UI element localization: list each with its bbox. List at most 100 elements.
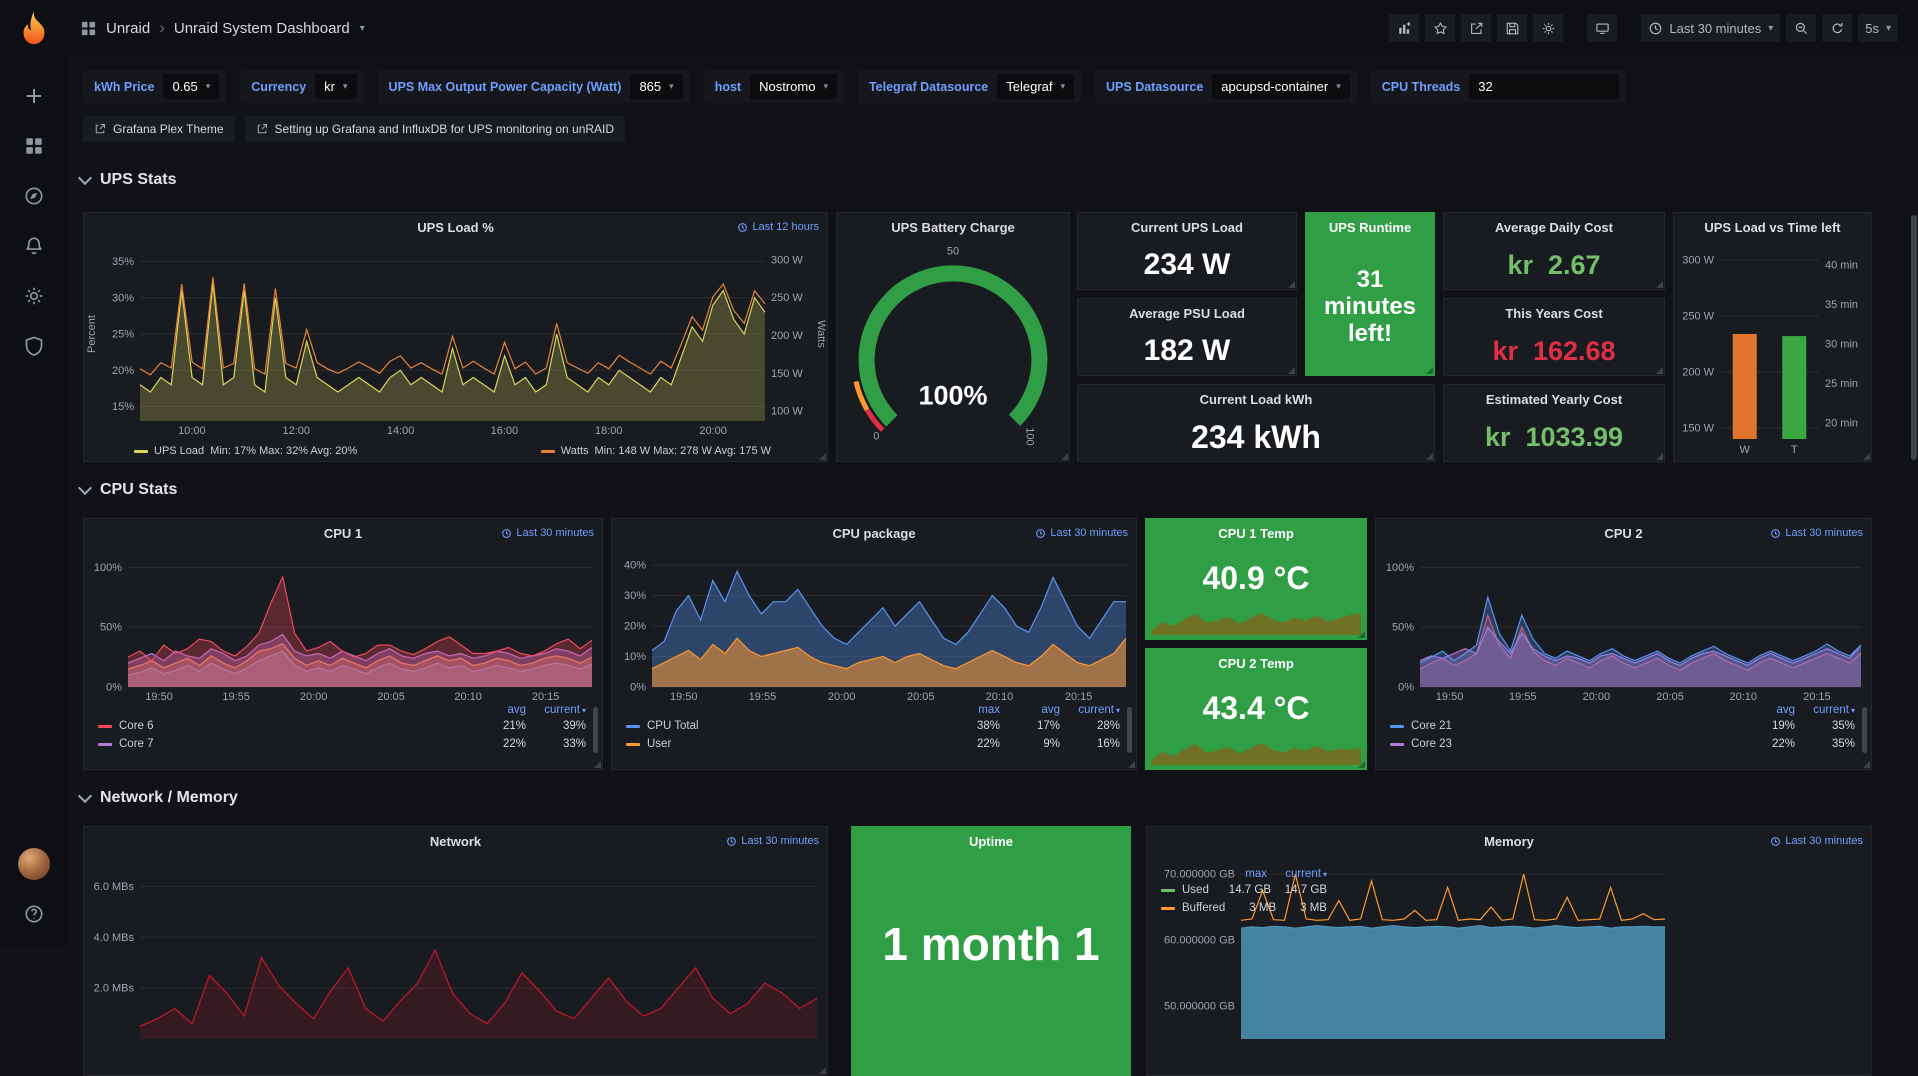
panel-resize-handle[interactable]	[1128, 761, 1135, 768]
panel-time-override[interactable]: Last 12 hours	[737, 221, 819, 233]
sidebar-item-dashboards[interactable]	[12, 124, 56, 168]
panel-title[interactable]: CPU package	[832, 526, 915, 541]
panel-title[interactable]: CPU 2 Temp	[1218, 656, 1294, 671]
cycle-view-button[interactable]	[1587, 14, 1617, 42]
legend-row-user[interactable]: User22%9%16%	[616, 735, 1132, 753]
dashboard-link-grafana-plex-theme[interactable]: Grafana Plex Theme	[83, 116, 235, 142]
zoom-out-button[interactable]	[1786, 14, 1816, 42]
variable-select[interactable]: 0.65▾	[163, 74, 219, 99]
user-avatar[interactable]	[12, 842, 56, 886]
legend-row-buffered[interactable]: Buffered3 MB3 MB	[1151, 899, 1339, 917]
panel-title[interactable]: Memory	[1484, 834, 1534, 849]
variable-select[interactable]: kr▾	[315, 74, 356, 99]
series-name[interactable]: Buffered	[1182, 902, 1225, 914]
panel-resize-handle[interactable]	[1426, 367, 1433, 374]
ups-load-chart[interactable]: 15%20%25%30%35%100 W150 W200 W250 W300 W…	[84, 241, 827, 437]
panel-title[interactable]: This Years Cost	[1505, 306, 1602, 321]
sidebar-item-alerting[interactable]	[12, 224, 56, 268]
sidebar-item-server-admin[interactable]	[12, 324, 56, 368]
panel-title[interactable]: Average PSU Load	[1129, 306, 1245, 321]
panel-resize-handle[interactable]	[1061, 453, 1068, 460]
variable-select[interactable]: apcupsd-container▾	[1212, 74, 1350, 99]
legend-col-current[interactable]: current	[1795, 704, 1855, 716]
legend-scrollbar[interactable]	[1127, 707, 1132, 753]
section-cpu-stats[interactable]: CPU Stats	[80, 478, 177, 502]
legend-col-avg[interactable]: avg	[1000, 704, 1060, 716]
legend-col-current[interactable]: current	[1060, 704, 1120, 716]
panel-title[interactable]: Uptime	[969, 834, 1013, 849]
panel-resize-handle[interactable]	[594, 761, 601, 768]
legend-row-used[interactable]: Used14.7 GB14.7 GB	[1151, 881, 1339, 899]
cpu-package-chart[interactable]: 0%10%20%30%40%19:5019:5520:0020:0520:102…	[612, 547, 1136, 703]
battery-gauge[interactable]: 050100100%	[837, 241, 1069, 457]
panel-resize-handle[interactable]	[1426, 453, 1433, 460]
series-name[interactable]: Used	[1182, 884, 1209, 896]
refresh-interval-picker[interactable]: 5s ▾	[1858, 14, 1898, 42]
panel-time-override[interactable]: Last 30 minutes	[726, 835, 819, 847]
ups-load-vs-time-chart[interactable]: 150 W200 W250 W300 W20 min25 min30 min35…	[1674, 241, 1871, 457]
panel-time-override[interactable]: Last 30 minutes	[501, 527, 594, 539]
panel-title[interactable]: UPS Runtime	[1329, 220, 1411, 235]
panel-resize-handle[interactable]	[1656, 281, 1663, 288]
panel-title[interactable]: Current UPS Load	[1131, 220, 1243, 235]
panel-title[interactable]: Average Daily Cost	[1495, 220, 1613, 235]
legend-row-core-7[interactable]: Core 722%33%	[88, 735, 598, 753]
sidebar-item-configuration[interactable]	[12, 274, 56, 318]
section-network-memory[interactable]: Network / Memory	[80, 786, 238, 810]
legend-scrollbar[interactable]	[1862, 707, 1867, 753]
panel-time-override[interactable]: Last 30 minutes	[1770, 835, 1863, 847]
cpu2-chart[interactable]: 0%50%100%19:5019:5520:0020:0520:1020:15	[1376, 547, 1871, 703]
scrollbar-thumb[interactable]	[1911, 215, 1917, 460]
panel-resize-handle[interactable]	[1863, 453, 1870, 460]
network-chart[interactable]: 2.0 MBs4.0 MBs6.0 MBs	[84, 855, 827, 1055]
legend-col-max[interactable]: max	[940, 704, 1000, 716]
panel-title[interactable]: UPS Load vs Time left	[1704, 220, 1840, 235]
legend-item-ups-load[interactable]: UPS LoadMin: 17% Max: 32% Avg: 20%	[134, 445, 357, 457]
time-range-picker[interactable]: Last 30 minutes ▾	[1641, 14, 1780, 42]
variable-select[interactable]: Telegraf▾	[997, 74, 1074, 99]
chevron-down-icon[interactable]: ▾	[360, 23, 365, 34]
legend-row-cpu-total[interactable]: CPU Total38%17%28%	[616, 717, 1132, 735]
panel-title[interactable]: Estimated Yearly Cost	[1486, 392, 1622, 407]
add-panel-button[interactable]	[1389, 14, 1419, 42]
panel-resize-handle[interactable]	[819, 453, 826, 460]
legend-col-current[interactable]: current	[526, 704, 586, 716]
legend-row-core-23[interactable]: Core 2322%35%	[1380, 735, 1867, 753]
apps-grid-icon[interactable]	[80, 20, 97, 37]
series-name[interactable]: User	[647, 738, 671, 750]
panel-resize-handle[interactable]	[1656, 453, 1663, 460]
panel-resize-handle[interactable]	[1358, 631, 1365, 638]
legend-item-watts[interactable]: WattsMin: 148 W Max: 278 W Avg: 175 W	[541, 445, 771, 457]
series-name[interactable]: Core 23	[1411, 738, 1452, 750]
panel-time-override[interactable]: Last 30 minutes	[1770, 527, 1863, 539]
panel-resize-handle[interactable]	[1863, 761, 1870, 768]
grafana-logo[interactable]	[15, 8, 53, 51]
sidebar-item-help[interactable]	[12, 892, 56, 936]
share-button[interactable]	[1461, 14, 1491, 42]
variable-input[interactable]: 32	[1469, 74, 1619, 99]
panel-resize-handle[interactable]	[819, 1067, 826, 1074]
panel-title[interactable]: Current Load kWh	[1200, 392, 1313, 407]
panel-title[interactable]: UPS Battery Charge	[891, 220, 1015, 235]
dashboard-link-setting-up-grafana-and-influxd[interactable]: Setting up Grafana and InfluxDB for UPS …	[245, 116, 626, 142]
panel-time-override[interactable]: Last 30 minutes	[1035, 527, 1128, 539]
legend-col-avg[interactable]: avg	[1735, 704, 1795, 716]
series-name[interactable]: Core 6	[119, 720, 154, 732]
panel-resize-handle[interactable]	[1358, 761, 1365, 768]
save-button[interactable]	[1497, 14, 1527, 42]
legend-col-current[interactable]: current	[1267, 868, 1327, 880]
series-name[interactable]: CPU Total	[647, 720, 699, 732]
dashboard-settings-button[interactable]	[1533, 14, 1563, 42]
panel-title[interactable]: CPU 1	[324, 526, 362, 541]
panel-title[interactable]: UPS Load %	[417, 220, 494, 235]
sidebar-item-create[interactable]	[12, 74, 56, 118]
legend-col-avg[interactable]: avg	[466, 704, 526, 716]
legend-scrollbar[interactable]	[593, 707, 598, 753]
star-button[interactable]	[1425, 14, 1455, 42]
cpu1-chart[interactable]: 0%50%100%19:5019:5520:0020:0520:1020:15	[84, 547, 602, 703]
panel-resize-handle[interactable]	[1288, 281, 1295, 288]
variable-select[interactable]: 865▾	[630, 74, 682, 99]
dashboard-title[interactable]: Unraid System Dashboard	[174, 20, 350, 37]
refresh-button[interactable]	[1822, 14, 1852, 42]
section-ups-stats[interactable]: UPS Stats	[80, 168, 176, 192]
